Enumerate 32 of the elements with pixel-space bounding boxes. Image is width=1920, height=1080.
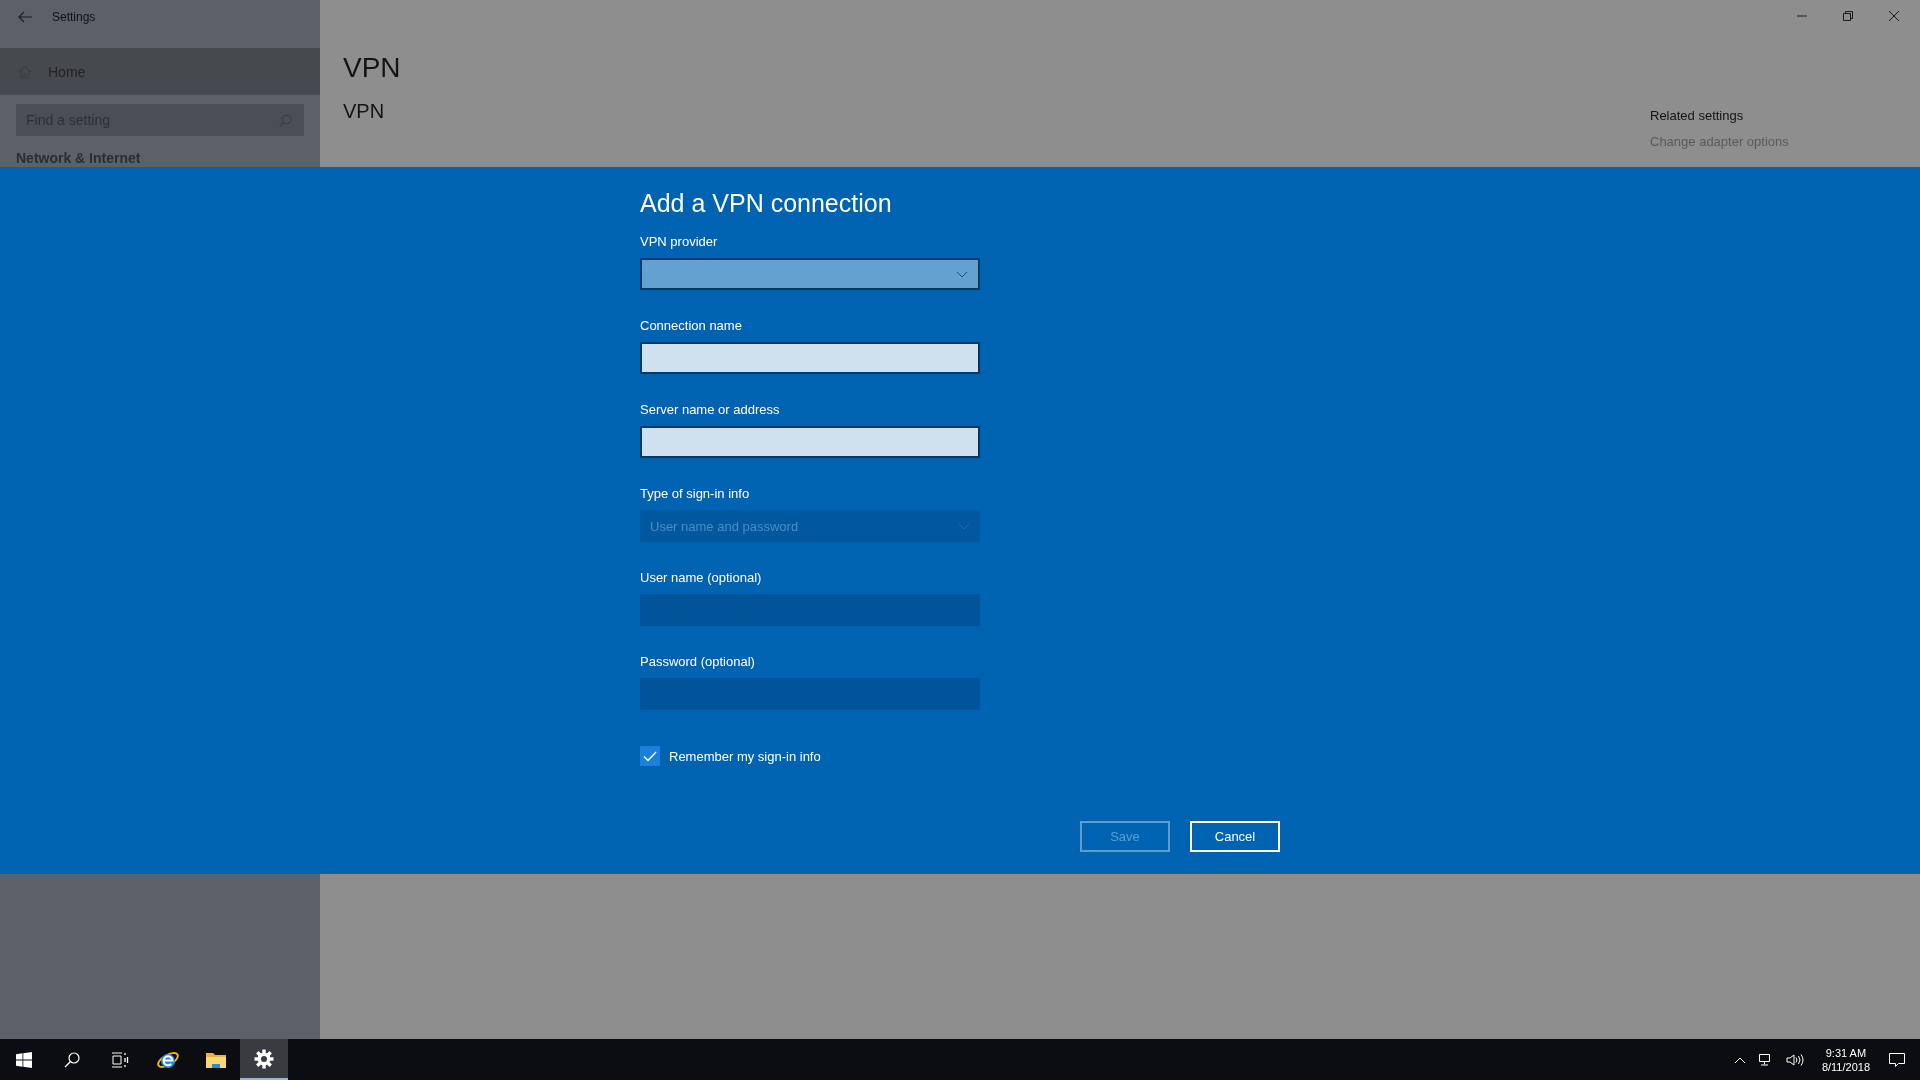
- related-settings-heading: Related settings: [1650, 108, 1745, 123]
- search-icon: [64, 1051, 80, 1068]
- notification-icon[interactable]: [1888, 1051, 1906, 1068]
- checkbox-label[interactable]: Remember my sign-in info: [669, 748, 821, 764]
- field-label: User name (optional): [640, 570, 763, 585]
- task-view-icon: [111, 1051, 129, 1068]
- taskbar-button[interactable]: [240, 1039, 288, 1080]
- field-label: Type of sign-in info: [640, 486, 751, 501]
- close-icon[interactable]: [1888, 10, 1900, 22]
- chevron-down-icon: [958, 522, 970, 530]
- folder-icon: [205, 1050, 227, 1069]
- field-label: Server name or address: [640, 402, 781, 417]
- volume-icon[interactable]: [1785, 1052, 1804, 1067]
- clock[interactable]: 9:31 AM 8/11/2018: [1821, 1045, 1870, 1074]
- window-title: Settings: [52, 10, 96, 24]
- input-field[interactable]: [640, 426, 980, 458]
- cancel-button[interactable]: Cancel: [1190, 821, 1280, 852]
- field-label: Connection name: [640, 318, 743, 333]
- page-title: VPN: [343, 52, 401, 84]
- dropdown[interactable]: [640, 258, 980, 290]
- dialog-title: Add a VPN connection: [640, 189, 893, 218]
- restore-icon[interactable]: [1842, 10, 1854, 22]
- input-field[interactable]: [640, 342, 980, 374]
- field-label: Password (optional): [640, 654, 756, 669]
- chevron-up-icon[interactable]: [1733, 1055, 1746, 1064]
- gear-icon: [254, 1048, 274, 1069]
- back-icon[interactable]: [18, 11, 32, 23]
- field-label: VPN provider: [640, 234, 719, 249]
- windows-icon: [16, 1051, 32, 1068]
- section-heading: VPN: [343, 100, 386, 123]
- chevron-down-icon: [956, 270, 968, 278]
- checkbox[interactable]: [640, 746, 660, 766]
